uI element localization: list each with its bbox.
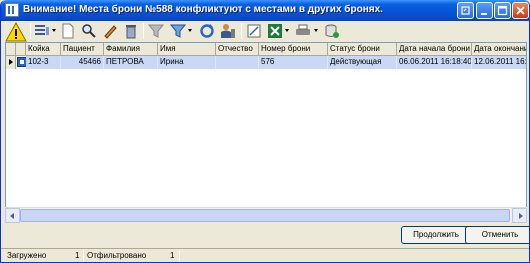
print-icon[interactable]	[295, 23, 311, 39]
cell-lastname: ПЕТРОВА	[104, 56, 158, 69]
export-icon[interactable]	[246, 23, 262, 39]
cell-end-date: 12.06.2011 16:1	[472, 56, 526, 69]
cell-bed: 102-3	[26, 56, 61, 69]
header-start-date[interactable]: Дата начала брони	[397, 43, 472, 56]
cell-booking-status: Действующая	[328, 56, 397, 69]
header-lastname[interactable]: Фамилия	[104, 43, 158, 56]
grid-header: Койка Пациент Фамилия Имя Отчество Номер…	[6, 43, 526, 56]
header-booking-number[interactable]: Номер брони	[259, 43, 328, 56]
header-booking-status[interactable]: Статус брони	[328, 43, 397, 56]
cancel-button[interactable]: Отменить	[465, 226, 529, 244]
scroll-thumb[interactable]	[20, 209, 510, 222]
table-row[interactable]: 102-3 45466 ПЕТРОВА Ирина 576 Действующа…	[6, 56, 526, 69]
header-patient[interactable]: Пациент	[61, 43, 104, 56]
warning-icon	[5, 21, 27, 42]
edit-icon[interactable]	[102, 23, 118, 39]
close-icon	[516, 6, 525, 15]
data-grid[interactable]: Койка Пациент Фамилия Имя Отчество Номер…	[5, 42, 527, 222]
status-loaded-count: 1	[75, 251, 80, 260]
view-options-icon[interactable]	[34, 23, 50, 39]
cell-start-date: 06.06.2011 16:18:40	[397, 56, 472, 69]
chevron-down-icon[interactable]	[52, 29, 56, 32]
excel-icon[interactable]	[267, 23, 283, 39]
toolbar	[3, 21, 529, 43]
cell-booking-number: 576	[259, 56, 328, 69]
cell-middlename	[216, 56, 259, 69]
header-bed[interactable]: Койка	[26, 43, 61, 56]
delete-icon[interactable]	[123, 23, 139, 39]
dialog-window: Внимание! Места брони №588 конфликтуют с…	[0, 0, 530, 263]
toolbar-separator	[30, 23, 31, 39]
maximize-button[interactable]	[494, 2, 511, 19]
header-indicator	[6, 43, 16, 56]
find-icon[interactable]	[81, 23, 97, 39]
scroll-left-button[interactable]	[5, 208, 20, 223]
new-document-icon[interactable]	[60, 23, 76, 39]
database-icon[interactable]	[324, 23, 340, 39]
help-icon	[461, 6, 470, 15]
status-filtered-label: Отфильтровано	[87, 251, 147, 260]
minimize-icon	[481, 13, 487, 15]
close-button[interactable]	[512, 2, 529, 19]
header-middlename[interactable]: Отчество	[216, 43, 259, 56]
minimize-button[interactable]	[476, 2, 493, 19]
cell-patient: 45466	[61, 56, 104, 69]
header-end-date[interactable]: Дата окончани	[472, 43, 526, 56]
help-button[interactable]	[457, 2, 474, 19]
refresh-icon[interactable]	[199, 23, 215, 39]
status-loaded-label: Загружено	[7, 251, 47, 260]
app-icon	[5, 3, 19, 17]
window-title: Внимание! Места брони №588 конфликтуют с…	[23, 4, 383, 15]
toolbar-separator	[241, 23, 242, 39]
scroll-right-button[interactable]	[512, 208, 527, 223]
toolbar-separator	[143, 23, 144, 39]
maximize-icon	[497, 5, 508, 16]
horizontal-scrollbar[interactable]	[5, 207, 527, 223]
continue-button-label: Продолжить	[413, 230, 459, 239]
filter-clear-icon[interactable]	[148, 23, 164, 39]
header-firstname[interactable]: Имя	[158, 43, 216, 56]
cancel-button-label: Отменить	[481, 230, 519, 239]
guest-icon[interactable]	[220, 23, 236, 39]
filter-icon[interactable]	[170, 23, 186, 39]
status-separator	[179, 250, 180, 262]
cell-firstname: Ирина	[158, 56, 216, 69]
title-bar[interactable]: Внимание! Места брони №588 конфликтуют с…	[1, 0, 529, 21]
chevron-down-icon[interactable]	[314, 29, 318, 32]
header-check	[16, 43, 26, 56]
chevron-down-icon[interactable]	[285, 29, 289, 32]
continue-button[interactable]: Продолжить	[401, 226, 471, 244]
status-filtered-count: 1	[170, 251, 175, 260]
chevron-down-icon[interactable]	[188, 29, 192, 32]
status-bar: Загружено 1 Отфильтровано 1	[1, 248, 529, 262]
status-separator	[83, 250, 84, 262]
